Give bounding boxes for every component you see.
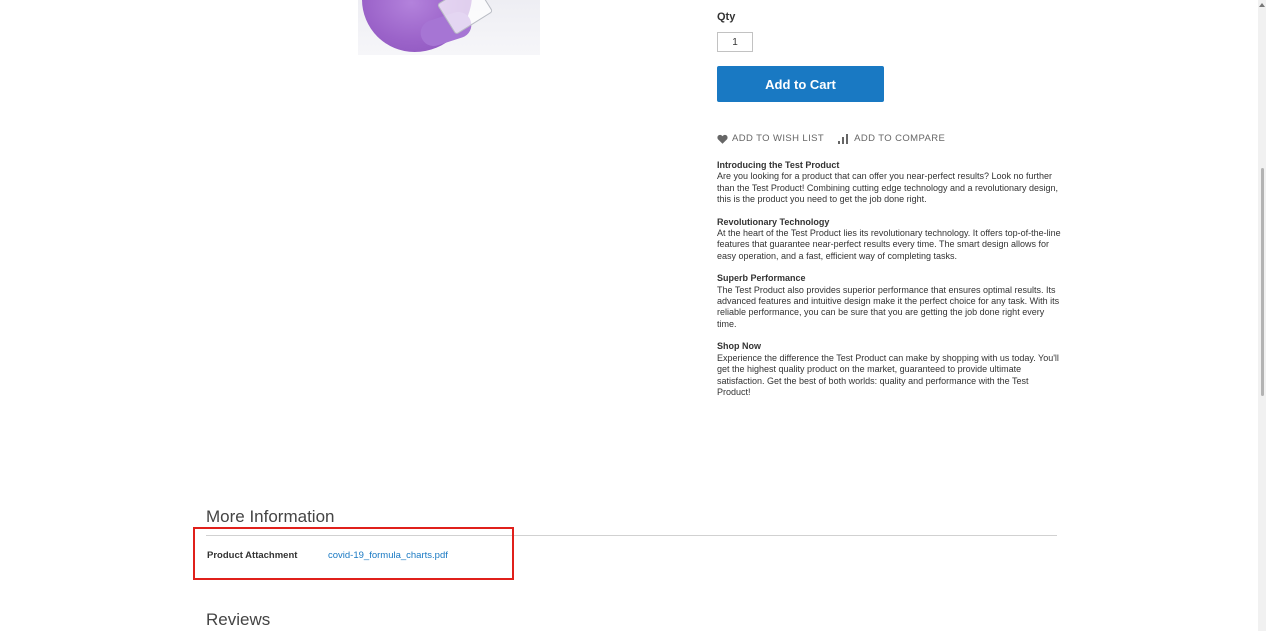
description-heading: Shop Now	[717, 341, 761, 352]
add-to-wishlist-link[interactable]: ADD TO WISH LIST	[717, 133, 824, 144]
scroll-up-arrow-icon[interactable]	[1259, 3, 1265, 7]
add-to-compare-link[interactable]: ADD TO COMPARE	[838, 133, 945, 144]
wishlist-label: ADD TO WISH LIST	[732, 133, 825, 144]
reviews-title: Reviews	[206, 610, 271, 629]
description-section: Superb Performance The Test Product also…	[717, 273, 1062, 330]
description-section: Shop Now Experience the difference the T…	[717, 341, 1062, 398]
compare-label: ADD TO COMPARE	[854, 133, 946, 144]
description-body: Are you looking for a product that can o…	[717, 171, 1059, 205]
description-heading: Revolutionary Technology	[717, 216, 830, 227]
add-to-cart-button[interactable]: Add to Cart	[717, 66, 884, 102]
product-social-links: ADD TO WISH LIST ADD TO COMPARE	[717, 133, 945, 144]
annotation-highlight-box	[193, 527, 514, 580]
more-information-title: More Information	[206, 507, 335, 526]
description-heading: Introducing the Test Product	[717, 160, 840, 170]
description-body: Experience the difference the Test Produ…	[717, 352, 1059, 397]
scrollbar-thumb[interactable]	[1261, 168, 1264, 396]
product-image[interactable]	[358, 0, 540, 55]
description-heading: Superb Performance	[717, 273, 806, 284]
product-description: Introducing the Test Product Are you loo…	[717, 160, 1062, 409]
description-body: The Test Product also provides superior …	[717, 284, 1060, 329]
description-section: Revolutionary Technology At the heart of…	[717, 217, 1062, 263]
qty-input[interactable]	[717, 32, 753, 52]
qty-label: Qty	[717, 11, 736, 23]
heart-icon	[717, 134, 728, 144]
compare-icon	[838, 133, 850, 144]
description-section: Introducing the Test Product Are you loo…	[717, 160, 1062, 206]
description-body: At the heart of the Test Product lies it…	[717, 228, 1061, 261]
